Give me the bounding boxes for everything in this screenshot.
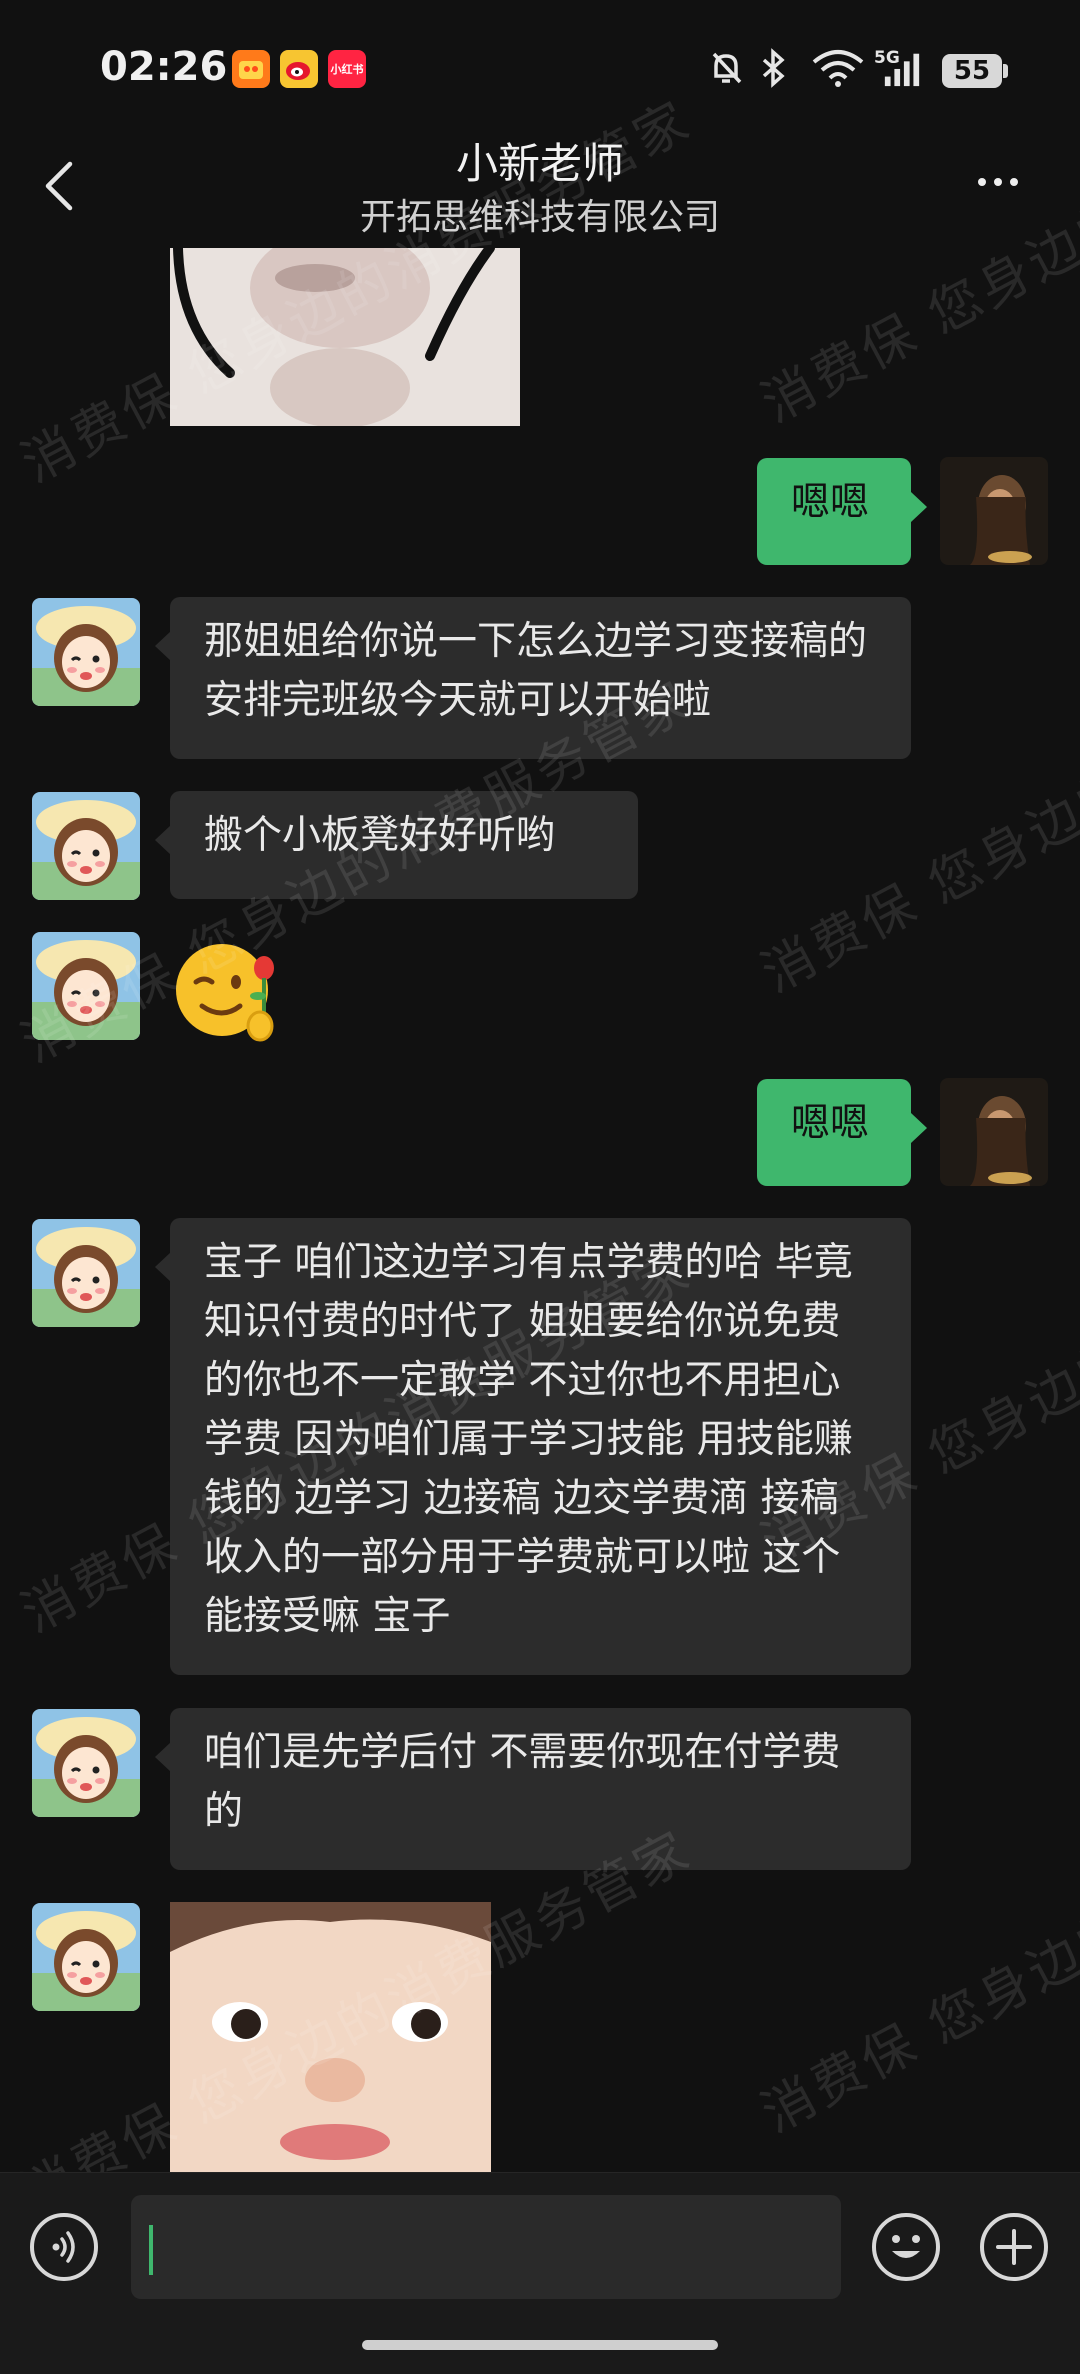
message-bubble-received[interactable]: 那姐姐给你说一下怎么边学习变接稿的 安排完班级今天就可以开始啦 xyxy=(155,597,911,759)
message-bubble-received[interactable]: 咱们是先学后付 不需要你现在付学费的 xyxy=(155,1708,911,1870)
battery-tip xyxy=(1003,64,1008,78)
message-image[interactable] xyxy=(170,248,520,426)
weibo-icon xyxy=(280,50,318,88)
status-bar: 02:26 小红书 5G 55 xyxy=(0,0,1080,140)
message-text: 咱们是先学后付 不需要你现在付学费的 xyxy=(204,1730,841,1834)
cartoon-girl-avatar xyxy=(32,792,140,900)
message-bubble-received[interactable]: 宝子 咱们这边学习有点学费的哈 毕竟知识付费的时代了 姐姐要给你说免费的你也不一… xyxy=(155,1218,911,1675)
xiaohongshu-icon: 小红书 xyxy=(328,50,366,88)
chat-subtitle: 开拓思维科技有限公司 xyxy=(359,197,720,238)
sender-avatar[interactable] xyxy=(32,932,140,1040)
cartoon-girl-avatar xyxy=(32,1903,140,2011)
chat-title: 小新老师 xyxy=(455,139,624,188)
cartoon-girl-avatar xyxy=(32,598,140,706)
message-image[interactable] xyxy=(170,1902,491,2172)
sender-avatar[interactable] xyxy=(32,1903,140,2011)
rose-wink-emoji[interactable] xyxy=(172,938,284,1046)
xhs-label: 小红书 xyxy=(330,63,364,76)
signal-icon xyxy=(884,53,920,87)
my-avatar[interactable] xyxy=(940,457,1048,565)
battery-level: 55 xyxy=(953,56,991,86)
status-time: 02:26 xyxy=(100,44,228,90)
home-indicator[interactable] xyxy=(362,2340,718,2350)
message-bubble-sent[interactable]: 嗯嗯 xyxy=(757,458,927,565)
girl-night-photo xyxy=(940,457,1048,565)
message-text: 那姐姐给你说一下怎么边学习变接稿的 安排完班级今天就可以开始啦 xyxy=(204,619,868,723)
voice-input-icon[interactable] xyxy=(30,2213,98,2281)
mute-icon xyxy=(712,52,742,84)
text-caret xyxy=(149,2225,153,2275)
sender-avatar[interactable] xyxy=(32,792,140,900)
bluetooth-icon xyxy=(762,48,785,88)
cartoon-girl-avatar xyxy=(32,932,140,1040)
add-attachment-icon[interactable] xyxy=(980,2213,1048,2281)
girl-night-photo xyxy=(940,1078,1048,1186)
battery-icon: 55 xyxy=(942,54,1002,88)
wifi-icon xyxy=(812,50,864,87)
cartoon-girl-avatar xyxy=(32,1709,140,1817)
message-bubble-sent[interactable]: 嗯嗯 xyxy=(757,1079,927,1186)
more-options-icon[interactable] xyxy=(978,170,1028,194)
message-text: 搬个小板凳好好听哟 xyxy=(204,813,556,858)
message-text: 嗯嗯 xyxy=(791,480,870,525)
cartoon-girl-avatar xyxy=(32,1219,140,1327)
sender-avatar[interactable] xyxy=(32,1219,140,1327)
message-text: 嗯嗯 xyxy=(791,1101,870,1146)
sender-avatar[interactable] xyxy=(32,1709,140,1817)
taobao-icon xyxy=(232,50,270,88)
meme-image xyxy=(170,248,520,426)
emoji-icon[interactable] xyxy=(872,2213,940,2281)
sender-avatar[interactable] xyxy=(32,598,140,706)
message-text: 宝子 咱们这边学习有点学费的哈 毕竟知识付费的时代了 姐姐要给你说免费的你也不一… xyxy=(204,1240,853,1639)
my-avatar[interactable] xyxy=(940,1078,1048,1186)
message-bubble-received[interactable]: 搬个小板凳好好听哟 xyxy=(155,791,638,899)
baby-face-image xyxy=(170,1902,491,2172)
message-input[interactable] xyxy=(131,2195,841,2299)
